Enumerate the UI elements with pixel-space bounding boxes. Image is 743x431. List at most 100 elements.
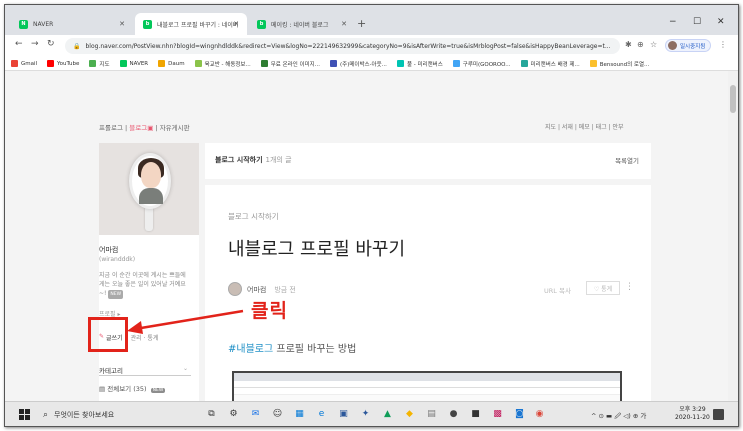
settings-icon[interactable]: ⚙ [227, 408, 240, 421]
bookmarks-bar: Gmail YouTube 지도 NAVER Daum 육교반 - 해동정보..… [5, 57, 738, 71]
notification-icon[interactable] [713, 409, 724, 420]
taskbar-search[interactable]: ⌕ 무엇이든 찾아보세요 [39, 404, 189, 426]
post-category[interactable]: 블로그 시작하기 [228, 211, 279, 222]
url-copy-button[interactable]: URL 복사 [544, 285, 571, 295]
system-tray[interactable]: ^ ⊙ ▬ 🖉 ◁) ⊕ 가 [591, 410, 646, 423]
profile-image[interactable] [99, 143, 199, 235]
edge-icon[interactable]: e [315, 408, 328, 421]
bookmark-2[interactable]: 무료 온라인 이미지... [260, 60, 320, 68]
avatar [668, 41, 677, 50]
system-clock[interactable]: 오후 3:29 2020-11-20 [675, 406, 710, 422]
people-icon[interactable]: ☺ [271, 408, 284, 421]
app-icon[interactable]: ▩ [491, 408, 504, 421]
blog-main: 블로그 시작하기 1개의 글 목록열기 블로그 시작하기 내블로그 프로필 바꾸기… [205, 143, 651, 411]
post-body-heading: #내블로그 프로필 바꾸는 방법 [228, 344, 357, 355]
windows-start-icon[interactable] [19, 409, 30, 420]
hashtag-link[interactable]: #내블로그 [228, 344, 273, 355]
post-card: 블로그 시작하기 내블로그 프로필 바꾸기 어마컴 방금 전 URL 복사 ♡ 통… [205, 185, 651, 411]
new-badge: NEW [150, 388, 166, 393]
stats-button[interactable]: ♡ 통계 [586, 281, 620, 295]
app-icon[interactable]: ◆ [403, 408, 416, 421]
naver-blog-icon: b [257, 19, 266, 29]
app-icon[interactable]: ▤ [425, 408, 438, 421]
bookmark-4[interactable]: 풀 - 미리캔버스 [396, 60, 443, 68]
new-tab-button[interactable]: + [357, 17, 366, 30]
post-date: 방금 전 [274, 286, 296, 294]
tab-title: 내블로그 프로필 바꾸기 : 네이버 [157, 21, 239, 29]
close-icon[interactable]: ✕ [341, 20, 347, 28]
app-icon[interactable]: ✦ [359, 408, 372, 421]
zoom-icon[interactable]: ⊕ [637, 40, 644, 49]
app-icon[interactable]: ◙ [513, 408, 526, 421]
menu-prologue[interactable]: 프롤로그 [99, 124, 123, 132]
address-bar[interactable]: 🔒 blog.naver.com/PostView.nhn?blogId=win… [65, 38, 620, 54]
scrollbar[interactable] [728, 71, 738, 401]
browser-toolbar: ← → ↻ 🔒 blog.naver.com/PostView.nhn?blog… [5, 35, 738, 57]
minimize-icon[interactable]: − [669, 17, 677, 27]
highlight-box [88, 317, 128, 352]
chevron-down-icon[interactable]: ⌄ [183, 365, 188, 372]
profile-label: 일시중지됨 [680, 43, 706, 50]
menu-blog[interactable]: 블로그 [129, 124, 147, 132]
task-view-icon[interactable]: ⧉ [205, 408, 218, 421]
category-all[interactable]: ▤ 전체보기 (35) NEW [99, 383, 166, 393]
app-icon[interactable]: ▲ [381, 408, 394, 421]
post-author: 어마컴 방금 전 [247, 285, 296, 295]
profile-bio: 지금 이 순간 이곳에 계시는 쁘들에게는 오늘 좋은 일이 있어날 거예요~!… [99, 272, 186, 299]
close-icon[interactable]: ✕ [119, 20, 125, 28]
maximize-icon[interactable]: ☐ [693, 17, 701, 27]
blog-right-menu[interactable]: 지도 | 서재 | 메모 | 태그 | 안부 [545, 122, 624, 131]
menu-board[interactable]: 자유게시판 [160, 124, 190, 132]
bookmark-star-icon[interactable]: ☆ [650, 40, 657, 49]
forward-icon[interactable]: → [31, 39, 39, 49]
store-icon[interactable]: ▦ [293, 408, 306, 421]
tab-blog-home[interactable]: b 메이킹 : 네이버 블로그 ✕ [249, 13, 355, 35]
tab-blog-active[interactable]: b 내블로그 프로필 바꾸기 : 네이버 ✕ [135, 13, 247, 35]
mail-icon[interactable]: ✉ [249, 408, 262, 421]
bookmark-daum[interactable]: Daum [158, 60, 185, 67]
tab-title: 메이킹 : 네이버 블로그 [271, 21, 329, 29]
bookmark-7[interactable]: Bensound의 로열... [589, 60, 649, 68]
chrome-icon[interactable]: ◉ [533, 408, 546, 421]
bookmark-3[interactable]: (주)메이박스-아웃... [329, 60, 387, 68]
extension-icon[interactable]: ✱ [625, 40, 632, 49]
profile-button[interactable]: 일시중지됨 [665, 39, 712, 52]
screenshot-frame: N NAVER ✕ b 내블로그 프로필 바꾸기 : 네이버 ✕ b 메이킹 :… [4, 4, 739, 427]
app-icon[interactable]: ■ [469, 408, 482, 421]
annotation-arrow-icon [127, 309, 244, 334]
tab-strip: N NAVER ✕ b 내블로그 프로필 바꾸기 : 네이버 ✕ b 메이킹 :… [5, 5, 738, 35]
blog-badge-icon: ▣ [147, 124, 154, 132]
divider [99, 375, 191, 376]
bookmark-youtube[interactable]: YouTube [47, 60, 79, 67]
naver-blog-icon: b [143, 19, 152, 29]
bookmark-1[interactable]: 육교반 - 해동정보... [194, 60, 251, 68]
tab-naver[interactable]: N NAVER ✕ [11, 13, 133, 35]
author-avatar[interactable] [228, 282, 242, 296]
mirror [129, 153, 171, 209]
url-text: blog.naver.com/PostView.nhn?blogId=wingn… [85, 42, 611, 50]
list-toggle-button[interactable]: 목록열기 [615, 155, 639, 165]
category-title: 카테고리 [99, 367, 123, 375]
new-badge: NEW [108, 290, 124, 299]
blog-top-menu: 프롤로그 | 블로그▣ | 자유게시판 [99, 124, 190, 132]
bookmark-5[interactable]: 구루미(GOOROO... [452, 60, 511, 68]
word-icon[interactable]: ▣ [337, 408, 350, 421]
bookmark-6[interactable]: 미리캔버스 배경 제... [520, 60, 580, 68]
bookmark-naver[interactable]: NAVER [119, 60, 148, 67]
post-count: 1개의 글 [265, 156, 292, 164]
window-close-icon[interactable]: ✕ [717, 17, 725, 27]
back-icon[interactable]: ← [15, 39, 23, 49]
scrollbar-thumb[interactable] [730, 85, 736, 113]
author-name[interactable]: 어마컴 [247, 286, 266, 294]
kakaotalk-icon[interactable]: ● [447, 408, 460, 421]
bookmark-gmail[interactable]: Gmail [11, 60, 37, 67]
reload-icon[interactable]: ↻ [47, 39, 55, 49]
windows-taskbar: ⌕ 무엇이든 찾아보세요 ⧉ ⚙ ✉ ☺ ▦ e ▣ ✦ ▲ ◆ ▤ ● ■ ▩… [5, 401, 738, 426]
more-options-icon[interactable]: ⋮ [625, 282, 634, 292]
close-icon[interactable]: ✕ [233, 20, 239, 28]
bookmark-map[interactable]: 지도 [89, 60, 110, 68]
annotation-click-label: 클릭 [251, 300, 288, 322]
profile-nickname: 어마컴 [99, 246, 119, 254]
lock-icon: 🔒 [73, 42, 81, 50]
menu-icon[interactable]: ⋮ [719, 40, 727, 49]
